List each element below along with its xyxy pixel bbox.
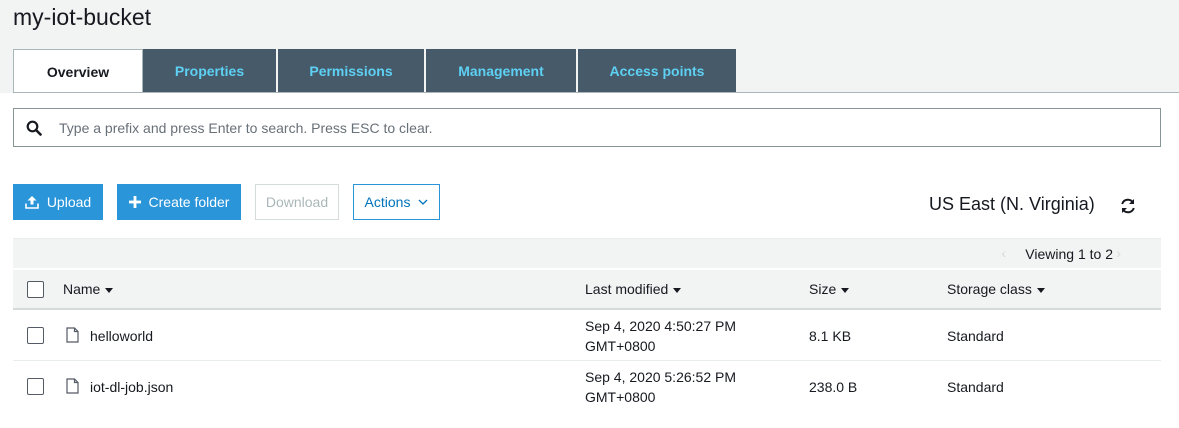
- sort-icon: [105, 287, 114, 293]
- file-size: 238.0 B: [809, 379, 858, 395]
- modified-timezone: GMT+0800: [585, 389, 656, 405]
- search-bar: [13, 108, 1161, 147]
- page-title: my-iot-bucket: [13, 4, 152, 30]
- last-modified: Sep 4, 2020 5:26:52 PM GMT+0800: [585, 367, 736, 407]
- tab-overview[interactable]: Overview: [13, 49, 143, 93]
- viewing-count: Viewing 1 to 2: [1025, 246, 1113, 262]
- upload-icon: [25, 196, 39, 209]
- file-name-link[interactable]: iot-dl-job.json: [90, 379, 173, 395]
- upload-label: Upload: [46, 194, 92, 210]
- sort-icon: [841, 287, 850, 293]
- column-storage-class[interactable]: Storage class: [947, 281, 1045, 297]
- tab-divider: [13, 92, 1179, 93]
- modified-timezone: GMT+0800: [585, 338, 656, 354]
- plus-icon: [128, 196, 141, 208]
- row-checkbox[interactable]: [27, 378, 44, 395]
- storage-class: Standard: [947, 379, 1004, 395]
- table-header: Name Last modified Size Storage class: [13, 270, 1161, 310]
- chevron-down-icon: [418, 199, 428, 205]
- create-folder-label: Create folder: [148, 194, 230, 210]
- sort-icon: [1036, 287, 1045, 293]
- column-size-label: Size: [809, 281, 837, 297]
- file-icon: [66, 378, 79, 394]
- search-input[interactable]: [54, 112, 1160, 143]
- tab-access-points[interactable]: Access points: [578, 49, 736, 92]
- column-name-label: Name: [63, 281, 101, 297]
- region-label: US East (N. Virginia): [929, 194, 1095, 214]
- tab-properties[interactable]: Properties: [143, 49, 278, 92]
- table-row: helloworld Sep 4, 2020 4:50:27 PM GMT+08…: [13, 310, 1161, 361]
- search-icon: [14, 109, 54, 146]
- download-button[interactable]: Download: [255, 184, 339, 220]
- column-modified-label: Last modified: [585, 281, 669, 297]
- last-modified: Sep 4, 2020 4:50:27 PM GMT+0800: [585, 316, 736, 356]
- sort-icon: [673, 287, 682, 293]
- column-size[interactable]: Size: [809, 281, 850, 297]
- storage-class: Standard: [947, 328, 1004, 344]
- actions-label: Actions: [364, 194, 411, 210]
- column-modified[interactable]: Last modified: [585, 281, 682, 297]
- column-name[interactable]: Name: [63, 281, 114, 297]
- tab-management[interactable]: Management: [426, 49, 578, 92]
- row-checkbox[interactable]: [27, 327, 44, 344]
- modified-date: Sep 4, 2020 5:26:52 PM: [585, 369, 736, 385]
- modified-date: Sep 4, 2020 4:50:27 PM: [585, 318, 736, 334]
- upload-button[interactable]: Upload: [13, 184, 103, 220]
- create-folder-button[interactable]: Create folder: [117, 184, 241, 220]
- table-row: iot-dl-job.json Sep 4, 2020 5:26:52 PM G…: [13, 361, 1161, 412]
- chevron-left-icon[interactable]: ‹: [1001, 245, 1006, 261]
- select-all-checkbox[interactable]: [27, 281, 44, 298]
- file-icon: [66, 327, 79, 343]
- chevron-right-icon[interactable]: ›: [1116, 245, 1121, 261]
- file-size: 8.1 KB: [809, 328, 852, 344]
- actions-dropdown[interactable]: Actions: [353, 184, 440, 220]
- file-name-link[interactable]: helloworld: [90, 328, 153, 344]
- refresh-icon[interactable]: [1118, 196, 1138, 216]
- pagination-bar: ‹ Viewing 1 to 2 ›: [13, 238, 1161, 268]
- column-storage-label: Storage class: [947, 281, 1032, 297]
- tab-bar: Overview Properties Permissions Manageme…: [13, 49, 736, 93]
- tab-permissions[interactable]: Permissions: [278, 49, 426, 92]
